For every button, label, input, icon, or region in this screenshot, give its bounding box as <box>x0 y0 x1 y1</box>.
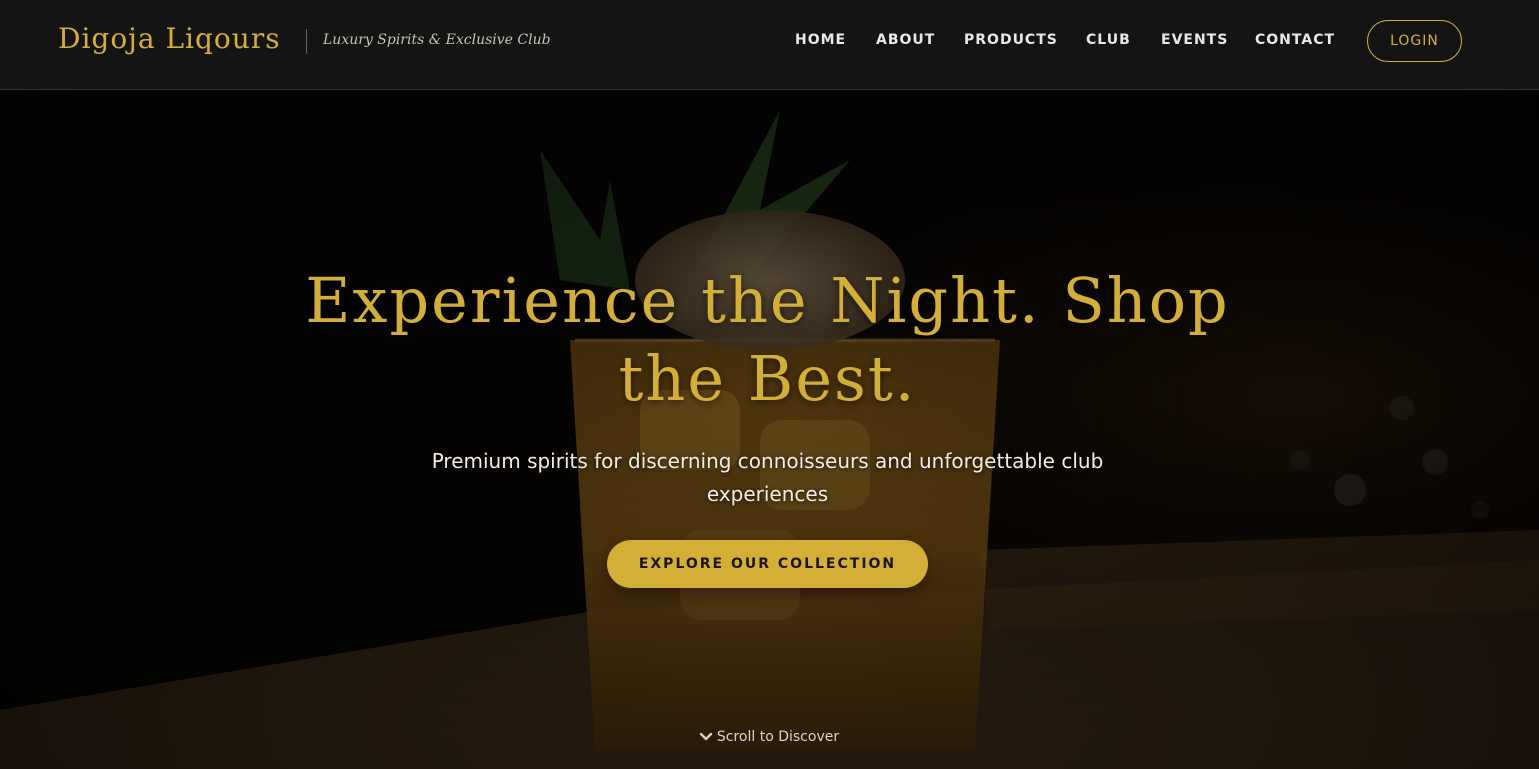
hero-content: Experience the Night. Shop the Best. Pre… <box>0 90 1539 769</box>
chevron-down-icon <box>699 732 713 741</box>
scroll-to-discover-link[interactable]: Scroll to Discover <box>669 727 869 747</box>
nav-contact-link[interactable]: CONTACT <box>1255 32 1335 48</box>
explore-collection-button[interactable]: EXPLORE OUR COLLECTION <box>607 540 928 588</box>
site-header: Digoja Liqours Luxury Spirits & Exclusiv… <box>0 0 1539 90</box>
nav-home-link[interactable]: HOME <box>795 32 846 48</box>
nav-club-link[interactable]: CLUB <box>1086 32 1131 48</box>
nav-events-link[interactable]: EVENTS <box>1161 32 1228 48</box>
hero-section: Experience the Night. Shop the Best. Pre… <box>0 90 1539 769</box>
hero-subtitle: Premium spirits for discerning connoisse… <box>431 449 1104 506</box>
hero-title: Experience the Night. Shop the Best. <box>305 264 1230 415</box>
nav-products-link[interactable]: PRODUCTS <box>964 32 1058 48</box>
nav-about-link[interactable]: ABOUT <box>876 32 935 48</box>
login-button[interactable]: LOGIN <box>1367 20 1462 62</box>
main-nav: HOME ABOUT PRODUCTS CLUB EVENTS CONTACT <box>0 32 1539 52</box>
scroll-to-discover-label: Scroll to Discover <box>716 729 840 745</box>
